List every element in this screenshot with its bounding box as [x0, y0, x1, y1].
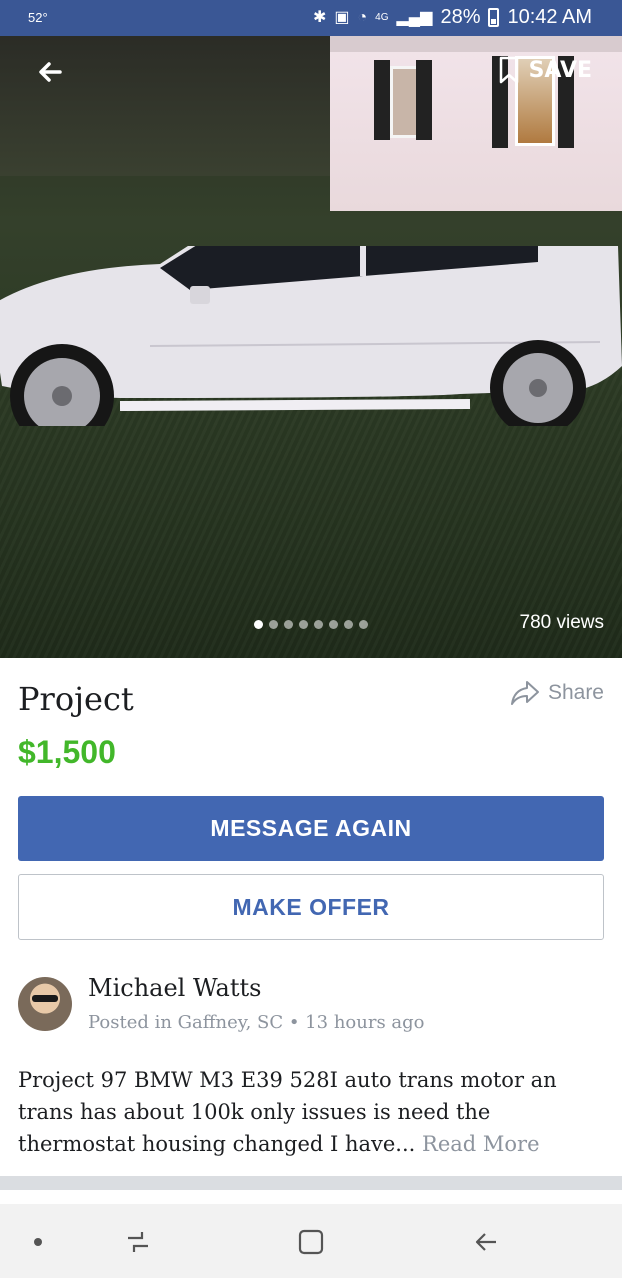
photo-shutter: [374, 60, 390, 140]
views-count: 780 views: [519, 612, 605, 633]
photo-dot[interactable]: [314, 620, 323, 629]
listing-price: $1,500: [18, 734, 116, 770]
posted-location-time: Posted in Gaffney, SC • 13 hours ago: [88, 1012, 425, 1033]
temperature-readout: 52°: [28, 10, 48, 25]
share-arrow-icon: [510, 681, 539, 705]
battery-icon: [488, 8, 500, 27]
photo-dot[interactable]: [329, 620, 338, 629]
save-label: SAVE: [528, 57, 592, 83]
battery-percent: 28%: [440, 6, 481, 28]
avatar-sunglasses: [32, 995, 58, 1002]
system-navigation-bar: [0, 1204, 622, 1278]
status-icons: ✱ ▣ ◔ 4G ▂▄▆ 28% 10:42 AM: [313, 6, 592, 29]
seller-name[interactable]: Michael Watts: [88, 974, 261, 1002]
photo-dot[interactable]: [254, 620, 263, 629]
nav-hide-dot[interactable]: [34, 1238, 42, 1246]
clock: 10:42 AM: [507, 6, 592, 28]
photo-dot[interactable]: [269, 620, 278, 629]
message-again-button[interactable]: MESSAGE AGAIN: [18, 796, 604, 861]
nfc-icon: ▣: [334, 8, 350, 26]
home-icon[interactable]: [297, 1228, 325, 1256]
back-arrow-icon[interactable]: [34, 56, 66, 88]
section-divider: [0, 1176, 622, 1190]
listing-title: Project: [18, 680, 134, 718]
recent-apps-icon[interactable]: [124, 1228, 152, 1256]
read-more-link[interactable]: Read More: [422, 1132, 540, 1156]
back-nav-icon[interactable]: [472, 1228, 500, 1256]
photo-house-roof: [330, 36, 622, 52]
photo-dot[interactable]: [359, 620, 368, 629]
bluetooth-icon: ✱: [312, 8, 327, 26]
seller-avatar[interactable]: [18, 977, 72, 1031]
listing-photo-carousel[interactable]: SAVE 780 views: [0, 36, 622, 658]
alarm-icon: ◔: [357, 8, 368, 26]
photo-shutter: [416, 60, 432, 140]
photo-dot[interactable]: [299, 620, 308, 629]
4g-lte-icon: 4G: [375, 11, 389, 23]
save-button[interactable]: SAVE: [499, 56, 592, 84]
photo-dot[interactable]: [284, 620, 293, 629]
make-offer-button[interactable]: MAKE OFFER: [18, 874, 604, 940]
photo-dot[interactable]: [344, 620, 353, 629]
share-label: Share: [547, 681, 604, 704]
bookmark-icon: [499, 56, 518, 84]
status-bar: 52° ✱ ▣ ◔ 4G ▂▄▆ 28% 10:42 AM: [0, 0, 622, 36]
share-button[interactable]: Share: [510, 680, 604, 706]
listing-description: Project 97 BMW M3 E39 528I auto trans mo…: [18, 1064, 608, 1160]
signal-icon: ▂▄▆: [396, 8, 433, 26]
photo-pagination-dots[interactable]: [254, 620, 368, 629]
car-image: [0, 246, 622, 426]
